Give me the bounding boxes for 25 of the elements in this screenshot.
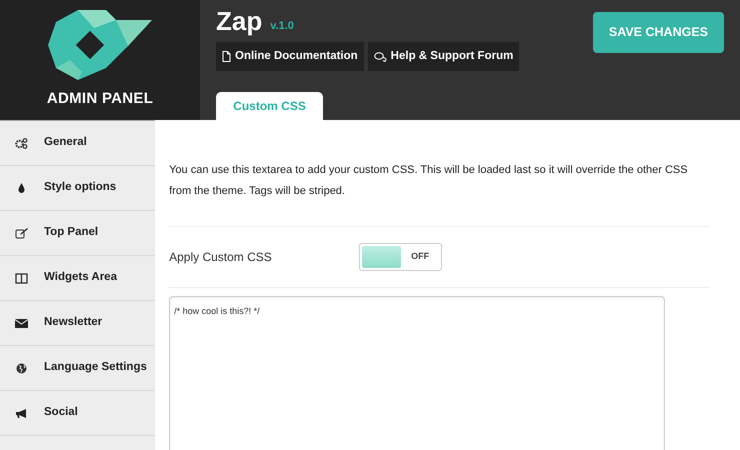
- app-title: Zap: [216, 8, 262, 34]
- header-link[interactable]: Online Documentation: [216, 42, 364, 72]
- globe-icon: [15, 362, 28, 374]
- sidebar-item[interactable]: Widgets Area: [0, 256, 156, 301]
- sidebar-item[interactable]: Newsletter: [0, 301, 156, 346]
- css-editor-field[interactable]: /* how cool is this?! */: [169, 296, 666, 450]
- envelope-icon: [15, 318, 28, 328]
- sidebar-item[interactable]: Top Panel: [0, 211, 156, 256]
- toggle-switch[interactable]: OFF: [359, 243, 442, 271]
- columns-icon: [15, 272, 28, 284]
- logo-icon: [48, 10, 152, 80]
- sidebar-item[interactable]: Social: [0, 391, 156, 436]
- sidebar-item[interactable]: Style options: [0, 166, 156, 211]
- sidebar-item[interactable]: General: [0, 121, 156, 166]
- description-text: You can use this textarea to add your custom CSS. This will be loaded last so it will override the other CSS from the theme. Tags will be striped.: [169, 163, 689, 199]
- setting-label: Apply Custom CSS: [169, 249, 273, 266]
- gears-icon: [15, 138, 28, 148]
- document-icon: [222, 51, 231, 62]
- logo-caption: ADMIN PANEL: [46, 88, 154, 109]
- header-link[interactable]: Help & Support Forum: [368, 42, 520, 72]
- sidebar-item[interactable]: Language Settings: [0, 346, 156, 391]
- megaphone-icon: [15, 408, 28, 418]
- edit-icon: [15, 228, 28, 238]
- chat-bubbles-icon: [374, 52, 387, 62]
- version-label: v.1.0: [270, 18, 294, 34]
